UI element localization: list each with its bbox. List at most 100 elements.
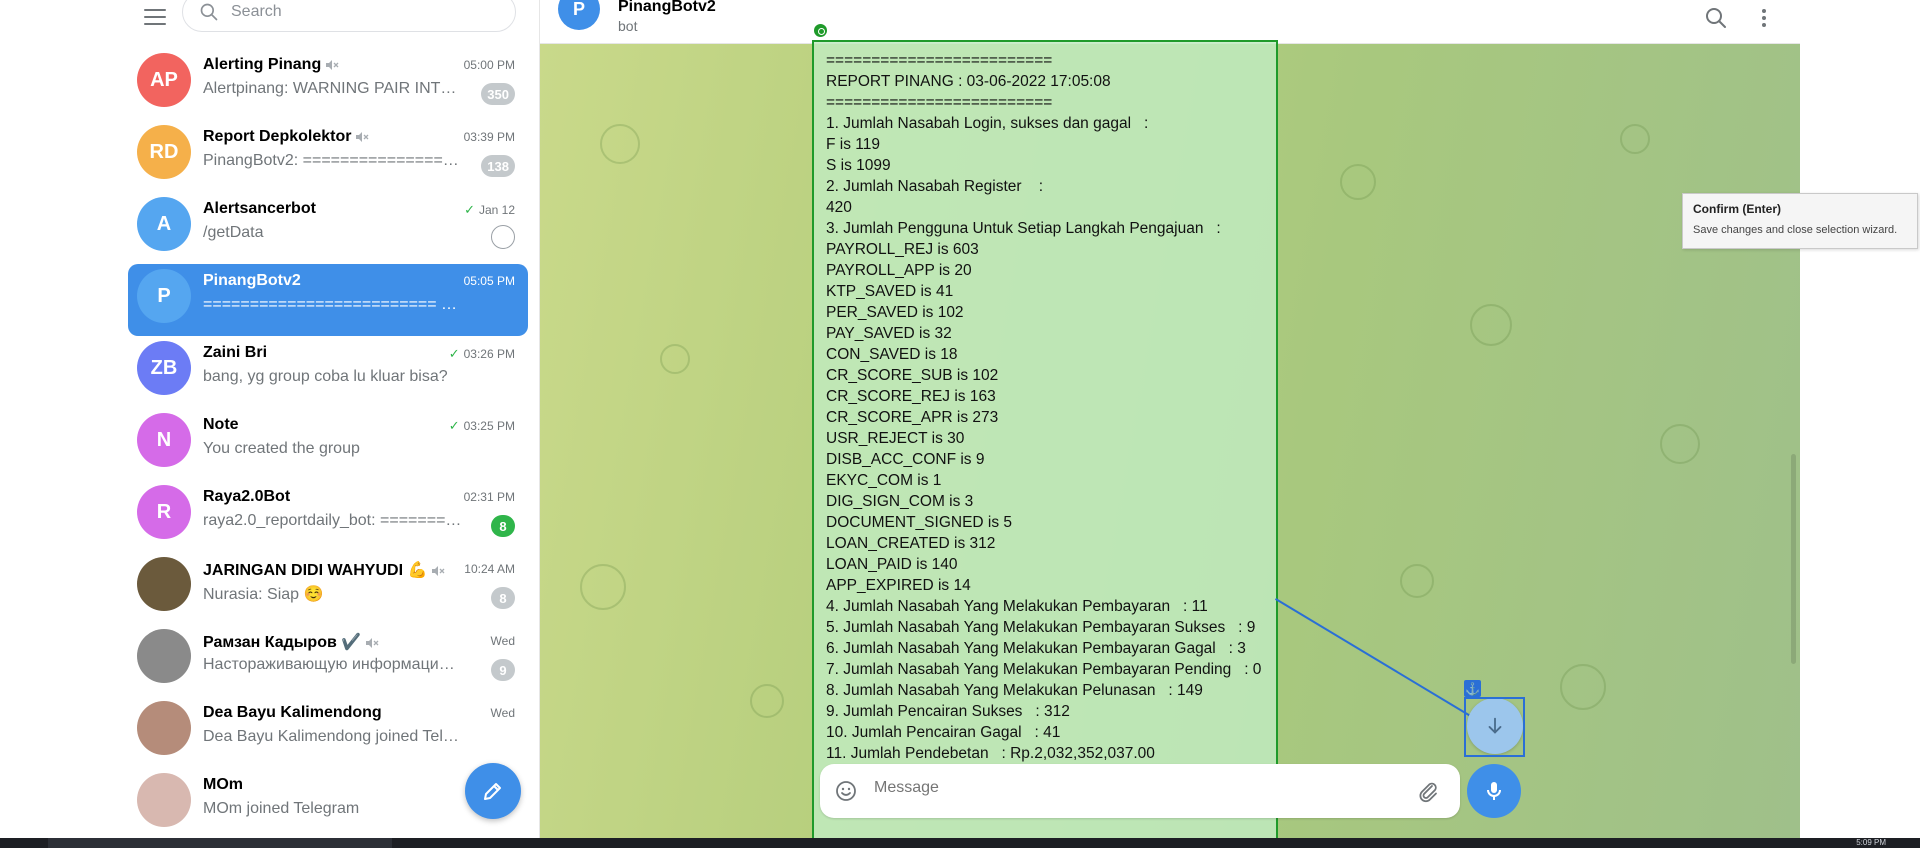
- chat-last-message: Nurasia: Siap ☺️: [203, 586, 324, 603]
- chat-time-label: Wed: [490, 706, 515, 720]
- search-icon[interactable]: [1704, 6, 1728, 30]
- chat-time-label: 05:00 PM: [463, 58, 515, 72]
- chat-item[interactable]: Dea Bayu Kalimendong Wed Dea Bayu Kalimend…: [128, 696, 528, 768]
- message-line: F is 119: [826, 136, 880, 153]
- message-line: 2. Jumlah Nasabah Register :: [826, 178, 1044, 195]
- tooltip-description: Save changes and close selection wizard.: [1693, 224, 1898, 236]
- message-line: PER_SAVED is 102: [826, 304, 964, 321]
- avatar: AP: [137, 53, 191, 107]
- chat-name-label: Рамзан Кадыров ✔️: [203, 634, 362, 651]
- confirm-tooltip: Confirm (Enter) Save changes and close s…: [1682, 193, 1918, 249]
- message-line: 3. Jumlah Pengguna Untuk Setiap Langkah …: [826, 220, 1221, 237]
- chat-time-label: 03:26 PM: [463, 347, 515, 361]
- message-line: CON_SAVED is 18: [826, 346, 958, 363]
- new-message-button[interactable]: [465, 763, 521, 819]
- chat-name-label: PinangBotv2: [203, 272, 301, 289]
- paperclip-icon[interactable]: [1416, 779, 1440, 803]
- chat-last-message: PinangBotv2: ==================...: [203, 152, 465, 169]
- chat-item[interactable]: RD Report Depkolektor 03:39 PM PinangBotv2:…: [128, 120, 528, 192]
- chat-item[interactable]: ZB Zaini Bri ✓ 03:26 PM bang, yg group coba …: [128, 336, 528, 408]
- avatar: P: [137, 269, 191, 323]
- chat-time: 03:39 PM: [464, 130, 515, 144]
- chat-item[interactable]: Рамзан Кадыров ✔️ Wed Настораживающую инфо…: [128, 624, 528, 696]
- more-vertical-icon[interactable]: [1752, 6, 1776, 30]
- voice-record-button[interactable]: [1467, 764, 1521, 818]
- avatar: [137, 557, 191, 611]
- chat-item[interactable]: P PinangBotv2 05:05 PM ====================…: [128, 264, 528, 336]
- chat-title[interactable]: PinangBotv2: [618, 0, 716, 16]
- chat-item[interactable]: R Raya2.0Bot 02:31 PM raya2.0_reportdaily_b…: [128, 480, 528, 552]
- chat-time-label: 03:25 PM: [463, 419, 515, 433]
- chat-name: Рамзан Кадыров ✔️: [203, 632, 379, 652]
- chat-time-label: 05:05 PM: [463, 274, 515, 288]
- message-input[interactable]: [874, 779, 1374, 797]
- message-line: DISB_ACC_CONF is 9: [826, 451, 985, 468]
- message-composer: [820, 764, 1460, 818]
- message-line: CR_SCORE_REJ is 163: [826, 388, 996, 405]
- chat-sidebar: Search AP Alerting Pinang 05:00 PM Alertpin…: [120, 0, 660, 840]
- selection-handle[interactable]: [812, 22, 829, 39]
- chat-item[interactable]: N Note ✓ 03:25 PM You created the group: [128, 408, 528, 480]
- doodle: [600, 124, 640, 164]
- avatar: [137, 701, 191, 755]
- chat-name: Dea Bayu Kalimendong: [203, 704, 382, 722]
- chat-subtitle: bot: [618, 18, 638, 34]
- chat-item[interactable]: JARINGAN DIDI WAHYUDI 💪 10:24 AM Nurasia: …: [128, 552, 528, 624]
- message-line: PAYROLL_REJ is 603: [826, 241, 979, 258]
- chat-time: Wed: [491, 706, 515, 720]
- taskbar-clock: 5:09 PM: [1856, 838, 1886, 847]
- chat-item[interactable]: A Alertsancerbot ✓ Jan 12/getData: [128, 192, 528, 264]
- unread-badge: 9: [491, 659, 515, 681]
- smile-icon[interactable]: [834, 779, 858, 803]
- chat-name-label: Alertsancerbot: [203, 200, 316, 217]
- pin-icon: [491, 225, 515, 249]
- chat-list: AP Alerting Pinang 05:00 PM Alertpinang: WA…: [120, 48, 536, 840]
- chat-scrollbar[interactable]: [1791, 454, 1796, 664]
- message-line: USR_REJECT is 30: [826, 430, 965, 447]
- chat-header: P PinangBotv2 bot: [540, 0, 1800, 44]
- taskbar-active-app[interactable]: [48, 838, 392, 848]
- message-line: EKYC_COM is 1: [826, 472, 942, 489]
- message-line: 4. Jumlah Nasabah Yang Melakukan Pembaya…: [826, 598, 1208, 615]
- anchor-icon[interactable]: ⚓: [1464, 680, 1481, 697]
- avatar: [137, 773, 191, 827]
- selection-box: [1464, 697, 1525, 757]
- report-message-bubble[interactable]: ========================= REPORT PINANG :…: [812, 40, 1278, 848]
- message-line: REPORT PINANG : 03-06-2022 17:05:08: [826, 73, 1111, 90]
- avatar: ZB: [137, 341, 191, 395]
- sidebar-toolbar: Search: [120, 0, 539, 34]
- doodle: [1340, 164, 1376, 200]
- chat-last-message: Настораживающую информацию в...: [203, 656, 465, 673]
- read-check-icon: ✓: [464, 202, 475, 217]
- avatar: R: [137, 485, 191, 539]
- chat-time-label: 10:24 AM: [464, 562, 515, 576]
- unread-badge: 138: [481, 155, 515, 177]
- chat-time-label: 03:39 PM: [463, 130, 515, 144]
- microphone-icon: [1487, 782, 1501, 800]
- chat-time: ✓ Jan 12: [464, 202, 515, 218]
- chat-time-label: Wed: [490, 634, 515, 648]
- doodle: [660, 344, 690, 374]
- muted-icon: [366, 637, 379, 648]
- chat-last-message: /getData: [203, 224, 264, 241]
- chat-last-message: bang, yg group coba lu kluar bisa?: [203, 368, 448, 385]
- chat-last-message: MOm joined Telegram: [203, 800, 360, 817]
- doodle: [580, 564, 626, 610]
- chat-name: Alerting Pinang: [203, 56, 339, 74]
- doodle: [1400, 564, 1434, 598]
- message-line: 1. Jumlah Nasabah Login, sukses dan gaga…: [826, 115, 1149, 132]
- chat-time: ✓ 03:25 PM: [449, 418, 515, 434]
- message-line: DIG_SIGN_COM is 3: [826, 493, 974, 510]
- chat-last-message: Dea Bayu Kalimendong joined Telegram: [203, 728, 465, 745]
- chat-item[interactable]: AP Alerting Pinang 05:00 PM Alertpinang: WA…: [128, 48, 528, 120]
- doodle: [1660, 424, 1700, 464]
- avatar[interactable]: P: [558, 0, 600, 30]
- chat-time: ✓ 03:26 PM: [449, 346, 515, 362]
- search-input[interactable]: Search: [182, 0, 516, 32]
- hamburger-menu-icon[interactable]: [144, 9, 166, 25]
- message-line: CR_SCORE_APR is 273: [826, 409, 999, 426]
- chat-name: MOm: [203, 776, 243, 794]
- message-line: S is 1099: [826, 157, 891, 174]
- chat-name-label: Alerting Pinang: [203, 56, 322, 73]
- message-line: 9. Jumlah Pencairan Sukses : 312: [826, 703, 1070, 720]
